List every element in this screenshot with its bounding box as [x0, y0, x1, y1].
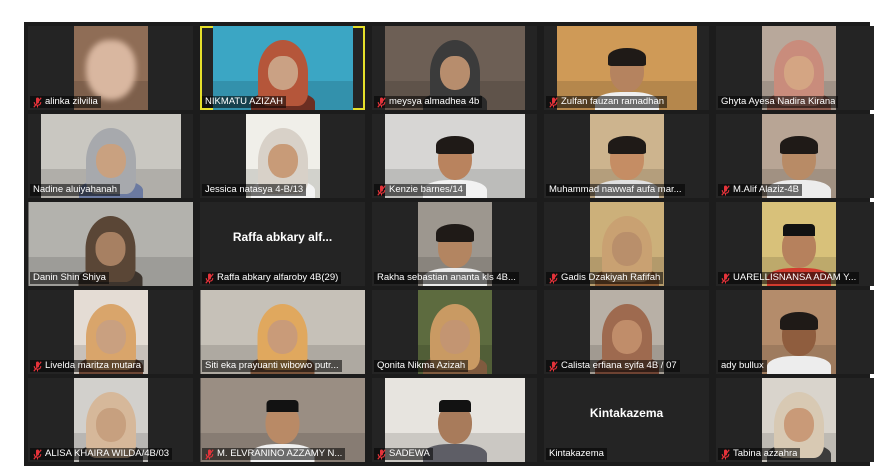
muted-microphone-icon: [549, 272, 558, 284]
participant-name: ady bullux: [721, 360, 764, 371]
participant-name: Kintakazema: [549, 448, 604, 459]
participant-name: Tabina azzahra: [733, 448, 798, 459]
participant-name-label: M. ELVRANINO AZZAMY N...: [202, 448, 346, 460]
participant-tile-tabina-azzahra[interactable]: Tabina azzahra: [716, 378, 874, 462]
participant-name: Calista erfiana syifa 4B / 07: [561, 360, 677, 371]
participant-tile-nadine-aluiyahanah[interactable]: Nadine aluiyahanah: [28, 114, 193, 198]
participant-tile-calista-erfiana-syifa-4b-07[interactable]: Calista erfiana syifa 4B / 07: [544, 290, 709, 374]
muted-microphone-icon: [721, 272, 730, 284]
participant-name: Danin Shin Shiya: [33, 272, 106, 283]
participant-name-label: meysya almadhea 4b: [374, 96, 483, 108]
participant-name-label: Kenzie barnes/14: [374, 184, 466, 196]
participant-name: Gadis Dzakiyah Rafifah: [561, 272, 661, 283]
participant-tile-nikmatu-azizah[interactable]: NIKMATU AZIZAH: [200, 26, 365, 110]
participant-name: Ghyta Ayesa Nadira Kirana: [721, 96, 836, 107]
participant-name-label: Muhammad nawwaf aufa mar...: [546, 184, 685, 196]
participant-tile-sadewa[interactable]: SADEWA: [372, 378, 537, 462]
participant-tile-uarellisnansa-adam-y[interactable]: UARELLISNANSA ADAM Y...: [716, 202, 874, 286]
participant-name: Raffa abkary alfaroby 4B(29): [217, 272, 339, 283]
participant-tile-alisa-khaira-wilda-4b-03[interactable]: ALISA KHAIRA WILDA/4B/03: [28, 378, 193, 462]
participant-name: meysya almadhea 4b: [389, 96, 480, 107]
participant-name: Rakha sebastian ananta kls 4B...: [377, 272, 516, 283]
participant-name-label: Zulfan fauzan ramadhan: [546, 96, 667, 108]
muted-microphone-icon: [205, 448, 214, 460]
video-gallery: alinka zilvilia NIKMATU AZIZAH meysya alma…: [24, 22, 874, 466]
participant-tile-m-elvranino-azzamy-n[interactable]: M. ELVRANINO AZZAMY N...: [200, 378, 365, 462]
participant-tile-jessica-natasya-4-b-13[interactable]: Jessica natasya 4-B/13: [200, 114, 365, 198]
participant-name-label: Siti eka prayuanti wibowo putr...: [202, 360, 342, 372]
participant-name-label: Qonita Nikma Azizah: [374, 360, 469, 372]
participant-tile-qonita-nikma-azizah[interactable]: Qonita Nikma Azizah: [372, 290, 537, 374]
participant-name: Kenzie barnes/14: [389, 184, 463, 195]
participant-name: SADEWA: [389, 448, 430, 459]
participant-name: Nadine aluiyahanah: [33, 184, 117, 195]
participant-tile-alinka-zilvilia[interactable]: alinka zilvilia: [28, 26, 193, 110]
participant-name: Jessica natasya 4-B/13: [205, 184, 304, 195]
participant-tile-ghyta-ayesa-nadira-kirana[interactable]: Ghyta Ayesa Nadira Kirana: [716, 26, 874, 110]
muted-microphone-icon: [33, 360, 42, 372]
participant-name-label: Nadine aluiyahanah: [30, 184, 120, 196]
participant-tile-ady-bullux[interactable]: ady bullux: [716, 290, 874, 374]
muted-microphone-icon: [377, 184, 386, 196]
participant-name-label: NIKMATU AZIZAH: [202, 96, 286, 108]
muted-microphone-icon: [721, 448, 730, 460]
participant-name-label: SADEWA: [374, 448, 433, 460]
participant-name-label: Danin Shin Shiya: [30, 272, 109, 284]
participant-tile-gadis-dzakiyah-rafifah[interactable]: Gadis Dzakiyah Rafifah: [544, 202, 709, 286]
participant-name-label: UARELLISNANSA ADAM Y...: [718, 272, 860, 284]
participant-name: alinka zilvilia: [45, 96, 98, 107]
participant-name-label: Tabina azzahra: [718, 448, 801, 460]
participant-name-label: Kintakazema: [546, 448, 607, 460]
participant-tile-livelda-maritza-mutara[interactable]: Livelda maritza mutara: [28, 290, 193, 374]
participant-name: ALISA KHAIRA WILDA/4B/03: [45, 448, 170, 459]
participant-name-label: Gadis Dzakiyah Rafifah: [546, 272, 664, 284]
participant-name-label: Rakha sebastian ananta kls 4B...: [374, 272, 519, 284]
muted-microphone-icon: [377, 96, 386, 108]
participant-tile-muhammad-nawwaf-aufa-mar[interactable]: Muhammad nawwaf aufa mar...: [544, 114, 709, 198]
participant-name-label: Calista erfiana syifa 4B / 07: [546, 360, 680, 372]
participant-name: M. ELVRANINO AZZAMY N...: [217, 448, 343, 459]
participant-video: [761, 290, 836, 374]
participant-tile-rakha-sebastian-ananta-kls-4b[interactable]: Rakha sebastian ananta kls 4B...: [372, 202, 537, 286]
participant-name-label: M.Alif Alaziz-4B: [718, 184, 802, 196]
participant-name: M.Alif Alaziz-4B: [733, 184, 799, 195]
participant-name: Zulfan fauzan ramadhan: [561, 96, 664, 107]
participant-name: Qonita Nikma Azizah: [377, 360, 466, 371]
participant-name: Livelda maritza mutara: [45, 360, 142, 371]
participant-tile-kenzie-barnes-14[interactable]: Kenzie barnes/14: [372, 114, 537, 198]
participant-display-name: Raffa abkary alf...: [232, 230, 333, 244]
participant-name: Muhammad nawwaf aufa mar...: [549, 184, 682, 195]
participant-tile-raffa-abkary-alfaroby-4b-29[interactable]: Raffa abkary alf... Raffa abkary alfaroby…: [200, 202, 365, 286]
participant-tile-kintakazema[interactable]: Kintakazema Kintakazema: [544, 378, 709, 462]
participant-display-name: Kintakazema: [589, 406, 664, 420]
muted-microphone-icon: [549, 360, 558, 372]
participant-name: Siti eka prayuanti wibowo putr...: [205, 360, 339, 371]
muted-microphone-icon: [721, 184, 730, 196]
participant-tile-zulfan-fauzan-ramadhan[interactable]: Zulfan fauzan ramadhan: [544, 26, 709, 110]
participant-name: UARELLISNANSA ADAM Y...: [733, 272, 857, 283]
participant-name-label: Raffa abkary alfaroby 4B(29): [202, 272, 342, 284]
muted-microphone-icon: [549, 96, 558, 108]
participant-name-label: ady bullux: [718, 360, 767, 372]
participant-name: NIKMATU AZIZAH: [205, 96, 283, 107]
participant-tile-siti-eka-prayuanti-wibowo-putr[interactable]: Siti eka prayuanti wibowo putr...: [200, 290, 365, 374]
participant-name-label: alinka zilvilia: [30, 96, 101, 108]
participant-name-label: Ghyta Ayesa Nadira Kirana: [718, 96, 839, 108]
muted-microphone-icon: [33, 96, 42, 108]
muted-microphone-icon: [205, 272, 214, 284]
participant-name-label: Jessica natasya 4-B/13: [202, 184, 307, 196]
participant-name-label: ALISA KHAIRA WILDA/4B/03: [30, 448, 173, 460]
participant-tile-meysya-almadhea-4b[interactable]: meysya almadhea 4b: [372, 26, 537, 110]
participant-tile-danin-shin-shiya[interactable]: Danin Shin Shiya: [28, 202, 193, 286]
muted-microphone-icon: [33, 448, 42, 460]
participant-grid: alinka zilvilia NIKMATU AZIZAH meysya alma…: [28, 26, 874, 462]
participant-name-label: Livelda maritza mutara: [30, 360, 145, 372]
participant-tile-m-alif-alaziz-4b[interactable]: M.Alif Alaziz-4B: [716, 114, 874, 198]
muted-microphone-icon: [377, 448, 386, 460]
